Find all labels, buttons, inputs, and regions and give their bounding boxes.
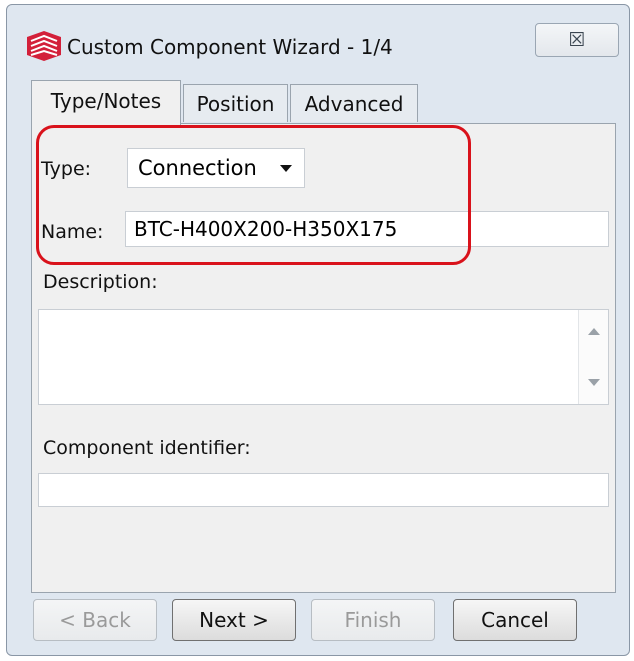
next-button[interactable]: Next > xyxy=(172,599,296,641)
finish-button[interactable]: Finish xyxy=(311,599,435,641)
window-title: Custom Component Wizard - 1/4 xyxy=(67,35,393,59)
next-button-label: Next > xyxy=(199,608,269,632)
scroll-up-icon[interactable] xyxy=(588,328,600,335)
description-label: Description: xyxy=(43,271,158,293)
tab-type-notes[interactable]: Type/Notes xyxy=(31,80,181,125)
type-dropdown[interactable]: Connection xyxy=(127,148,305,188)
tab-label: Position xyxy=(196,91,275,116)
cancel-button-label: Cancel xyxy=(481,608,549,632)
scroll-down-icon[interactable] xyxy=(588,379,600,386)
chevron-down-icon xyxy=(280,165,292,172)
finish-button-label: Finish xyxy=(344,608,402,632)
identifier-label: Component identifier: xyxy=(43,437,251,459)
description-scrollbar[interactable] xyxy=(578,310,608,404)
tab-position[interactable]: Position xyxy=(183,84,288,122)
tab-label: Type/Notes xyxy=(50,89,162,113)
back-button[interactable]: < Back xyxy=(33,599,157,641)
identifier-input[interactable] xyxy=(38,473,609,507)
back-button-label: < Back xyxy=(59,608,131,632)
tekla-logo-icon xyxy=(27,31,61,61)
close-button[interactable]: ☒ xyxy=(535,23,619,57)
name-input-value: BTC-H400X200-H350X175 xyxy=(134,217,398,241)
cancel-button[interactable]: Cancel xyxy=(453,599,577,641)
type-dropdown-value: Connection xyxy=(138,156,257,180)
description-textarea[interactable] xyxy=(38,309,609,405)
type-label: Type: xyxy=(41,158,92,180)
tab-advanced[interactable]: Advanced xyxy=(290,84,418,122)
tab-label: Advanced xyxy=(304,91,404,116)
name-label: Name: xyxy=(41,221,104,243)
name-input[interactable]: BTC-H400X200-H350X175 xyxy=(125,211,609,247)
title-bar[interactable]: Custom Component Wizard - 1/4 ☒ xyxy=(7,5,629,85)
close-icon: ☒ xyxy=(568,29,586,51)
